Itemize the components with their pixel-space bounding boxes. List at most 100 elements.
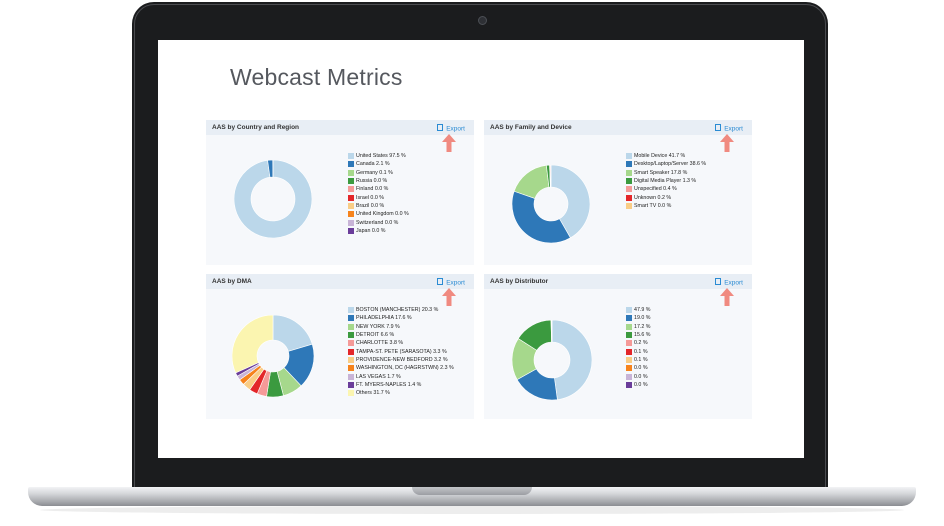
legend-swatch — [626, 169, 632, 176]
legend-swatch — [626, 381, 632, 388]
legend-item[interactable]: Brazil 0.0 % — [348, 202, 409, 210]
laptop-screen: Webcast Metrics AAS by Country and Regio… — [158, 40, 804, 458]
legend-item[interactable]: Israel 0.0 % — [348, 193, 409, 201]
donut-chart — [234, 160, 312, 238]
legend-swatch — [348, 202, 354, 209]
legend-label: Mobile Device 41.7 % — [634, 153, 686, 160]
legend-swatch — [348, 178, 354, 185]
legend-item[interactable]: LAS VEGAS 1.7 % — [348, 372, 454, 380]
legend-label: Japan 0.0 % — [356, 227, 386, 234]
legend-swatch — [626, 356, 632, 363]
legend-item[interactable]: NEW YORK 7.9 % — [348, 323, 454, 331]
export-label: Export — [724, 125, 743, 133]
legend-label: United Kingdom 0.0 % — [356, 211, 409, 218]
legend-swatch — [348, 332, 354, 339]
legend-label: Germany 0.1 % — [356, 169, 393, 176]
legend-item[interactable]: 0.1 % — [626, 347, 651, 355]
legend-item[interactable]: WASHINGTON, DC (HAGRSTWN) 2.3 % — [348, 364, 454, 372]
legend-item[interactable]: 0.0 % — [626, 364, 651, 372]
legend-swatch — [348, 373, 354, 380]
legend-item[interactable]: United Kingdom 0.0 % — [348, 210, 409, 218]
export-button[interactable]: Export — [715, 124, 743, 133]
legend-item[interactable]: Smart TV 0.0 % — [626, 202, 706, 210]
legend-item[interactable]: Japan 0.0 % — [348, 227, 409, 235]
legend-item[interactable]: 15.6 % — [626, 331, 651, 339]
export-button[interactable]: Export — [437, 278, 465, 287]
legend-item[interactable]: Mobile Device 41.7 % — [626, 152, 706, 160]
legend-label: FT. MYERS-NAPLES 1.4 % — [356, 381, 422, 388]
legend-item[interactable]: Desktop/Laptop/Server 38.6 % — [626, 160, 706, 168]
legend-swatch — [626, 153, 632, 160]
legend-swatch — [626, 340, 632, 347]
legend-item[interactable]: CHARLOTTE 3.8 % — [348, 339, 454, 347]
legend-item[interactable]: 0.2 % — [626, 339, 651, 347]
legend-label: PROVIDENCE-NEW BEDFORD 3.2 % — [356, 356, 448, 363]
legend-item[interactable]: Canada 2.1 % — [348, 160, 409, 168]
panel-header: AAS by DMA Export — [206, 274, 474, 289]
document-icon — [715, 278, 722, 285]
legend-label: PHILADELPHIA 17.6 % — [356, 315, 412, 322]
panel-family-device: AAS by Family and Device Export Mobile D… — [484, 120, 752, 265]
panel-title: AAS by Distributor — [490, 278, 549, 285]
legend-item[interactable]: Others 31.7 % — [348, 389, 454, 397]
laptop-notch — [412, 487, 532, 495]
legend-item[interactable]: PROVIDENCE-NEW BEDFORD 3.2 % — [348, 356, 454, 364]
legend-label: TAMPA-ST. PETE (SARASOTA) 3.3 % — [356, 348, 447, 355]
legend-swatch — [626, 186, 632, 193]
export-button[interactable]: Export — [437, 124, 465, 133]
legend-item[interactable]: 0.0 % — [626, 381, 651, 389]
legend-swatch — [348, 169, 354, 176]
legend-item[interactable]: DETROIT 6.6 % — [348, 331, 454, 339]
legend-swatch — [348, 219, 354, 226]
legend-item[interactable]: BOSTON (MANCHESTER) 20.3 % — [348, 306, 454, 314]
legend-swatch — [348, 340, 354, 347]
arrow-up-icon — [442, 134, 456, 152]
legend-item[interactable]: 19.0 % — [626, 314, 651, 322]
panel-header: AAS by Distributor Export — [484, 274, 752, 289]
legend-item[interactable]: Germany 0.1 % — [348, 169, 409, 177]
legend-label: Smart Speaker 17.8 % — [634, 169, 688, 176]
legend-swatch — [348, 323, 354, 330]
legend-item[interactable]: FT. MYERS-NAPLES 1.4 % — [348, 381, 454, 389]
legend-label: Canada 2.1 % — [356, 161, 390, 168]
pie-slice[interactable] — [232, 315, 274, 374]
legend-label: 17.2 % — [634, 323, 651, 330]
export-label: Export — [446, 279, 465, 287]
legend-item[interactable]: Smart Speaker 17.8 % — [626, 169, 706, 177]
legend-item[interactable]: 0.1 % — [626, 356, 651, 364]
legend-item[interactable]: 17.2 % — [626, 323, 651, 331]
legend-item[interactable]: 47.9 % — [626, 306, 651, 314]
document-icon — [715, 124, 722, 131]
legend-swatch — [626, 178, 632, 185]
legend-item[interactable]: Digital Media Player 1.3 % — [626, 177, 706, 185]
panel-header: AAS by Family and Device Export — [484, 120, 752, 135]
legend-item[interactable]: Unknown 0.2 % — [626, 193, 706, 201]
donut-chart — [512, 165, 590, 243]
legend-label: Brazil 0.0 % — [356, 202, 385, 209]
legend-swatch — [348, 161, 354, 168]
legend-item[interactable]: 0.0 % — [626, 372, 651, 380]
legend-label: 0.0 % — [634, 381, 648, 388]
export-button[interactable]: Export — [715, 278, 743, 287]
legend-swatch — [626, 202, 632, 209]
legend-item[interactable]: PHILADELPHIA 17.6 % — [348, 314, 454, 322]
legend-item[interactable]: Russia 0.0 % — [348, 177, 409, 185]
chart-legend: United States 97.5 % Canada 2.1 % Germany … — [348, 152, 409, 235]
pie-slice[interactable] — [551, 320, 592, 400]
legend-label: Finland 0.0 % — [356, 186, 389, 193]
legend-item[interactable]: Finland 0.0 % — [348, 185, 409, 193]
camera — [478, 16, 487, 25]
laptop-shadow — [40, 506, 904, 514]
legend-swatch — [626, 332, 632, 339]
legend-item[interactable]: Unspecified 0.4 % — [626, 185, 706, 193]
legend-swatch — [348, 356, 354, 363]
legend-label: 19.0 % — [634, 315, 651, 322]
legend-label: 0.0 % — [634, 365, 648, 372]
legend-item[interactable]: Switzerland 0.0 % — [348, 218, 409, 226]
legend-item[interactable]: United States 97.5 % — [348, 152, 409, 160]
export-label: Export — [446, 125, 465, 133]
legend-label: 15.6 % — [634, 332, 651, 339]
legend-item[interactable]: TAMPA-ST. PETE (SARASOTA) 3.3 % — [348, 347, 454, 355]
legend-label: Unknown 0.2 % — [634, 194, 672, 201]
panel-title: AAS by DMA — [212, 278, 252, 285]
